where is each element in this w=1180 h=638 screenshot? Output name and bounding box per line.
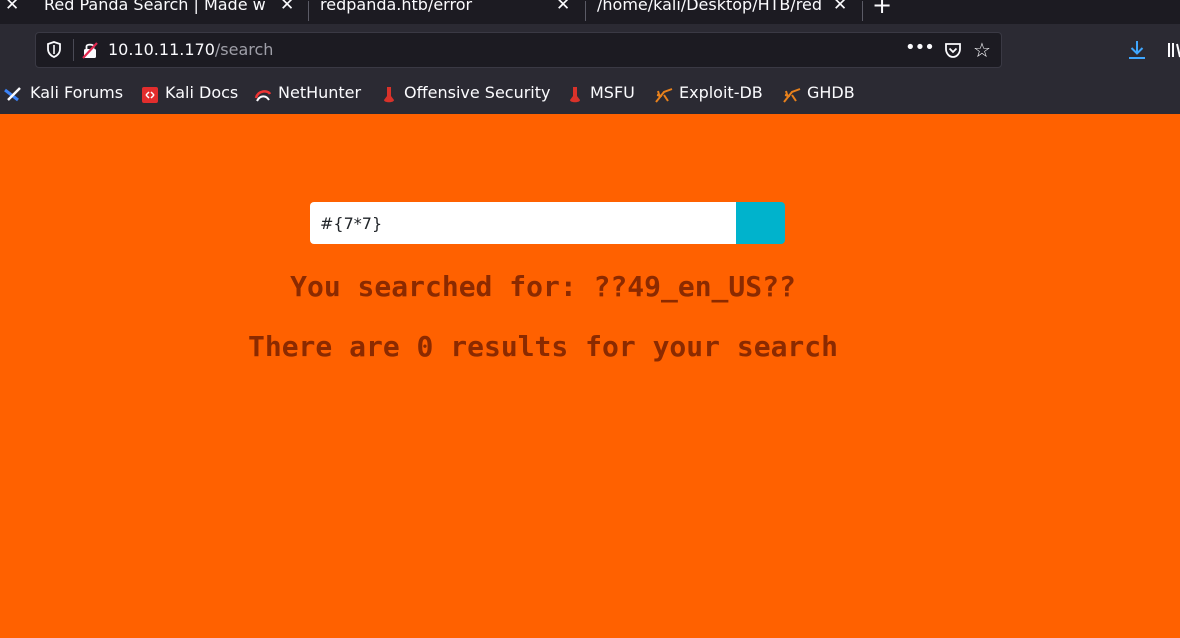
bookmark-label: Kali Docs bbox=[165, 83, 239, 102]
shield-icon[interactable] bbox=[47, 41, 61, 62]
bookmark-offensive-security[interactable]: Offensive Security bbox=[381, 83, 553, 104]
address-text[interactable]: 10.10.11.170/search bbox=[108, 40, 273, 59]
ghdb-icon bbox=[782, 86, 801, 104]
close-tab-icon[interactable]: ✕ bbox=[833, 0, 847, 15]
bookmark-msfu[interactable]: MSFU bbox=[567, 83, 643, 104]
address-host: 10.10.11.170 bbox=[108, 40, 215, 59]
bookmark-nethunter[interactable]: NetHunter bbox=[254, 83, 366, 104]
kali-forums-icon bbox=[4, 86, 22, 104]
browser-chrome: ✕ Red Panda Search | Made with ✕ redpand… bbox=[0, 0, 1180, 114]
close-tab-icon[interactable]: ✕ bbox=[5, 0, 19, 15]
tab-title: /home/kali/Desktop/HTB/red bbox=[597, 0, 822, 14]
bookmark-label: Kali Forums bbox=[30, 83, 124, 102]
bookmark-label: Exploit-DB bbox=[679, 83, 763, 102]
pocket-icon[interactable] bbox=[944, 41, 962, 63]
tab-redpanda-error[interactable]: redpanda.htb/error ✕ bbox=[320, 0, 576, 24]
results-count-text: There are 0 results for your search bbox=[247, 330, 838, 363]
new-tab-icon[interactable]: + bbox=[872, 0, 892, 19]
exploit-db-icon bbox=[654, 86, 673, 104]
tab-title: redpanda.htb/error bbox=[320, 0, 473, 14]
msfu-icon bbox=[567, 86, 585, 104]
tab-red-panda-search[interactable]: Red Panda Search | Made with ✕ bbox=[44, 0, 300, 24]
bookmark-ghdb[interactable]: GHDB bbox=[782, 83, 862, 104]
bookmark-label: Offensive Security bbox=[404, 83, 551, 102]
bookmark-star-icon[interactable]: ☆ bbox=[973, 38, 991, 62]
close-tab-icon[interactable]: ✕ bbox=[280, 0, 294, 15]
tab-strip: ✕ Red Panda Search | Made with ✕ redpand… bbox=[0, 0, 1180, 24]
tab-separator bbox=[308, 1, 309, 21]
close-tab-icon[interactable]: ✕ bbox=[556, 0, 570, 15]
page-actions-icon[interactable]: ••• bbox=[905, 37, 935, 58]
tab-separator bbox=[862, 1, 863, 21]
bookmark-label: NetHunter bbox=[278, 83, 362, 102]
search-button[interactable] bbox=[736, 202, 785, 244]
nethunter-icon bbox=[254, 86, 272, 104]
offsec-icon bbox=[381, 86, 399, 104]
tab-separator bbox=[585, 1, 586, 21]
bookmark-kali-forums[interactable]: Kali Forums bbox=[4, 83, 128, 104]
kali-docs-icon bbox=[141, 86, 159, 104]
bookmark-label: MSFU bbox=[590, 83, 635, 102]
address-separator bbox=[73, 39, 74, 61]
searched-for-text: You searched for: ??49_en_US?? bbox=[290, 270, 796, 303]
tab-title: Red Panda Search | Made with bbox=[44, 0, 266, 14]
bookmark-kali-docs[interactable]: Kali Docs bbox=[141, 83, 241, 104]
download-icon[interactable] bbox=[1128, 40, 1146, 64]
tab-local-file[interactable]: /home/kali/Desktop/HTB/red ✕ bbox=[597, 0, 857, 24]
bookmark-exploit-db[interactable]: Exploit-DB bbox=[654, 83, 770, 104]
library-icon[interactable] bbox=[1167, 42, 1180, 62]
insecure-lock-icon[interactable] bbox=[81, 41, 99, 63]
address-path: /search bbox=[214, 40, 274, 59]
bookmark-label: GHDB bbox=[807, 83, 855, 102]
search-input[interactable] bbox=[310, 202, 736, 244]
